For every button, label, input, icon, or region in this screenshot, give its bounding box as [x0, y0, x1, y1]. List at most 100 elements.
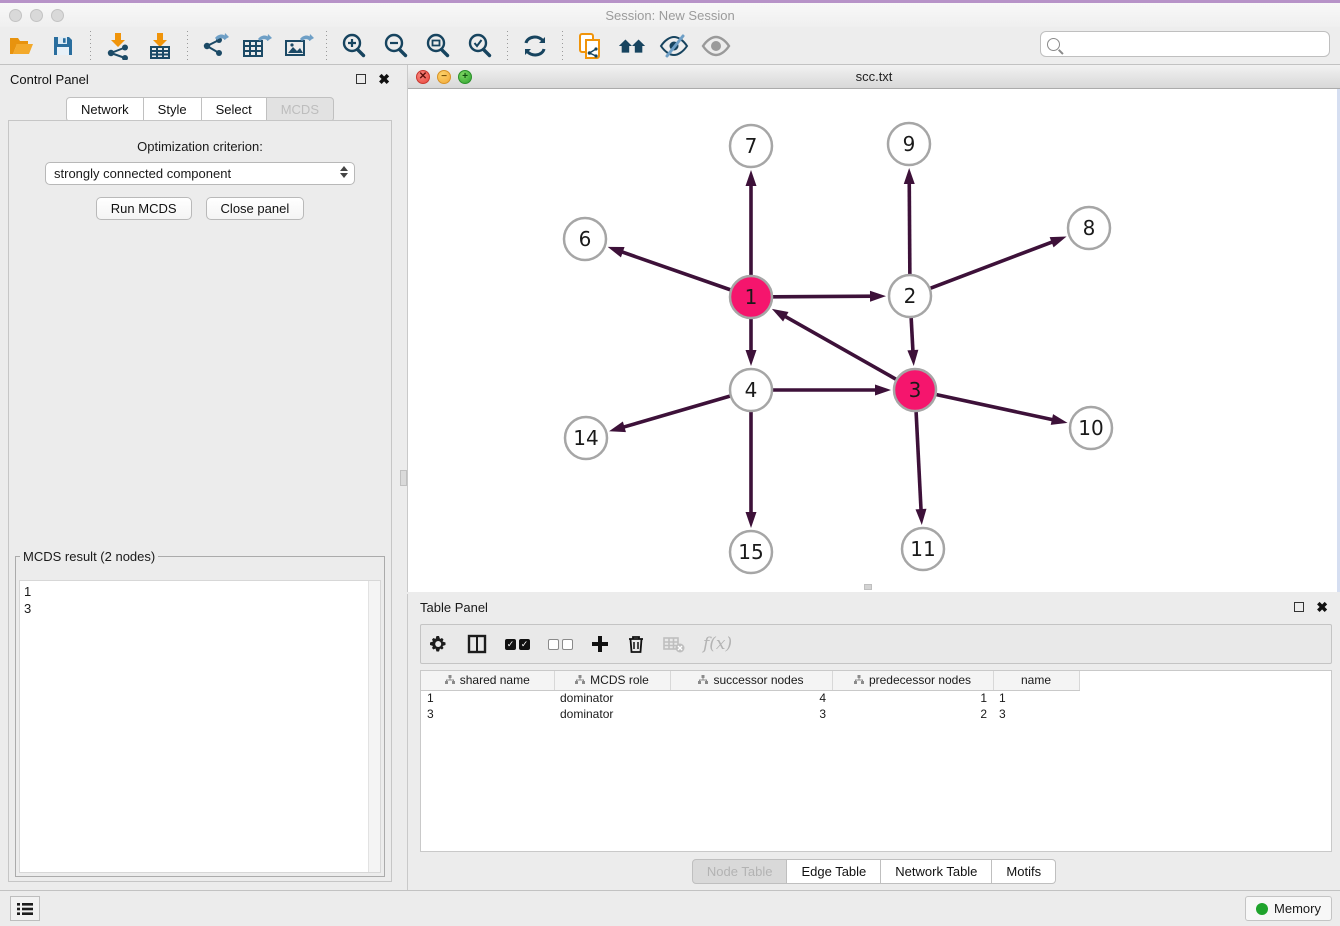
table-cell[interactable]: 1	[421, 690, 554, 706]
graph-edge-arrow	[746, 512, 757, 528]
tab-network-table[interactable]: Network Table	[881, 859, 992, 884]
splitter-grip[interactable]	[400, 470, 407, 486]
memory-label: Memory	[1274, 901, 1321, 916]
tab-node-table[interactable]: Node Table	[692, 859, 788, 884]
tab-select[interactable]: Select	[202, 97, 267, 122]
graph-edge-3-11[interactable]	[916, 412, 921, 513]
column-layout-icon[interactable]	[467, 632, 487, 656]
table-row[interactable]: 1dominator411	[421, 690, 1079, 706]
save-session-icon[interactable]	[48, 31, 78, 61]
column-header-successor-nodes[interactable]: successor nodes	[670, 671, 832, 690]
result-scrollbar[interactable]	[368, 581, 380, 872]
search-field[interactable]	[1040, 31, 1330, 57]
open-session-icon[interactable]	[6, 31, 36, 61]
table-row[interactable]: 3dominator323	[421, 706, 1079, 722]
status-bar: Memory	[0, 890, 1340, 926]
function-builder-icon[interactable]: f(x)	[703, 632, 732, 656]
toolbar-separator	[507, 31, 508, 61]
memory-status-icon	[1256, 903, 1268, 915]
apply-layout-icon[interactable]	[520, 31, 550, 61]
first-neighbors-icon[interactable]	[617, 31, 647, 61]
export-network-icon[interactable]	[200, 31, 230, 61]
table-cell[interactable]: dominator	[554, 706, 670, 722]
graph-node-label-10: 10	[1078, 416, 1103, 440]
mcds-panel: Optimization criterion: strongly connect…	[8, 120, 392, 882]
toolbar-separator	[90, 31, 91, 61]
graph-node-label-1: 1	[745, 285, 758, 309]
graph-edge-arrow	[1051, 414, 1068, 425]
toolbar-separator	[562, 31, 563, 61]
table-cell[interactable]: 3	[993, 706, 1079, 722]
select-all-columns-icon[interactable]: ✓✓	[505, 632, 530, 656]
zoom-selected-icon[interactable]	[465, 31, 495, 61]
table-cell[interactable]: 2	[832, 706, 993, 722]
graph-edge-2-3[interactable]	[911, 318, 913, 354]
task-history-button[interactable]	[10, 896, 40, 921]
zoom-out-icon[interactable]	[381, 31, 411, 61]
graph-node-label-14: 14	[573, 426, 598, 450]
zoom-in-icon[interactable]	[339, 31, 369, 61]
graph-node-label-6: 6	[579, 227, 592, 251]
table-settings-icon[interactable]	[429, 632, 449, 656]
table-cell[interactable]: 3	[670, 706, 832, 722]
clone-network-icon[interactable]	[575, 31, 605, 61]
mcds-result-text[interactable]: 1 3	[20, 581, 368, 872]
memory-button[interactable]: Memory	[1245, 896, 1332, 921]
tab-motifs[interactable]: Motifs	[992, 859, 1056, 884]
network-window-title: scc.txt	[408, 69, 1340, 84]
tab-style[interactable]: Style	[144, 97, 202, 122]
window-title: Session: New Session	[0, 8, 1340, 23]
delete-column-icon[interactable]	[627, 632, 645, 656]
graph-edge-arrow	[1050, 237, 1067, 248]
zoom-fit-icon[interactable]	[423, 31, 453, 61]
column-header-name[interactable]: name	[993, 671, 1079, 690]
graph-edge-2-9[interactable]	[909, 180, 910, 274]
toolbar-separator	[187, 31, 188, 61]
graphics-details-icon[interactable]	[659, 31, 689, 61]
graph-edge-1-6[interactable]	[619, 251, 730, 290]
import-table-icon[interactable]	[145, 31, 175, 61]
tab-mcds[interactable]: MCDS	[267, 97, 334, 122]
graph-edge-2-8[interactable]	[931, 241, 1056, 288]
table-cell[interactable]: 4	[670, 690, 832, 706]
graph-node-label-9: 9	[903, 132, 916, 156]
close-panel-icon[interactable]: ✖	[378, 72, 390, 86]
graph-edge-3-1[interactable]	[782, 315, 896, 379]
column-header-predecessor-nodes[interactable]: predecessor nodes	[832, 671, 993, 690]
tab-edge-table[interactable]: Edge Table	[787, 859, 881, 884]
close-panel-button[interactable]: Close panel	[206, 197, 305, 220]
run-mcds-button[interactable]: Run MCDS	[96, 197, 192, 220]
deselect-all-columns-icon[interactable]	[548, 632, 573, 656]
graph-edge-4-14[interactable]	[621, 396, 730, 428]
graph-edge-3-10[interactable]	[937, 395, 1056, 421]
table-cell[interactable]: 1	[832, 690, 993, 706]
birds-eye-icon[interactable]	[701, 31, 731, 61]
graph-edge-arrow	[915, 509, 926, 525]
search-input[interactable]	[1065, 36, 1323, 53]
graph-edge-1-2[interactable]	[773, 296, 874, 297]
tab-network[interactable]: Network	[66, 97, 144, 122]
column-header-mcds-role[interactable]: MCDS role	[554, 671, 670, 690]
graph-edge-arrow	[870, 291, 886, 302]
table-cell[interactable]: 3	[421, 706, 554, 722]
export-table-icon[interactable]	[242, 31, 272, 61]
graph-edge-arrow	[746, 350, 757, 366]
column-header-shared-name[interactable]: shared name	[421, 671, 554, 690]
network-window-titlebar[interactable]: ✕ − + scc.txt	[408, 65, 1340, 89]
export-image-icon[interactable]	[284, 31, 314, 61]
float-table-panel-icon[interactable]	[1294, 602, 1304, 612]
import-network-icon[interactable]	[103, 31, 133, 61]
panel-splitter[interactable]	[400, 65, 407, 888]
optimization-criterion-label: Optimization criterion:	[9, 139, 391, 154]
window-resize-handle[interactable]	[864, 584, 872, 590]
node-table[interactable]: shared nameMCDS rolesuccessor nodesprede…	[420, 670, 1332, 852]
add-column-icon[interactable]	[591, 632, 609, 656]
close-table-panel-icon[interactable]: ✖	[1316, 600, 1328, 614]
delete-table-icon[interactable]	[663, 632, 685, 656]
table-cell[interactable]: dominator	[554, 690, 670, 706]
table-cell[interactable]: 1	[993, 690, 1079, 706]
criterion-select[interactable]: strongly connected component	[45, 162, 355, 185]
titlebar: Session: New Session	[0, 3, 1340, 27]
network-canvas[interactable]: 7968124314101511	[408, 89, 1340, 592]
float-panel-icon[interactable]	[356, 74, 366, 84]
